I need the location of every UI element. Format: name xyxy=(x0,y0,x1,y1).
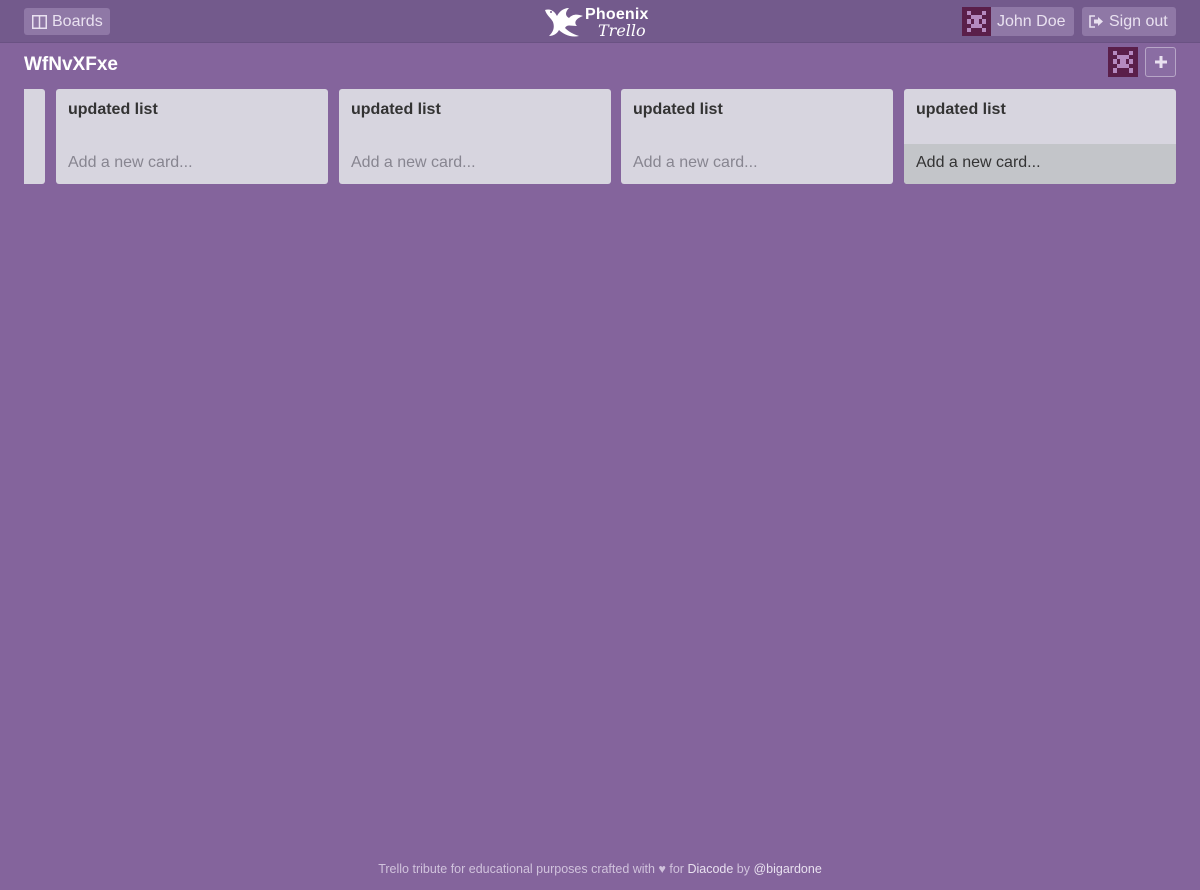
phoenix-trello-logo[interactable]: Phoenix Trello xyxy=(543,4,653,40)
add-card-button[interactable]: Add a new card... xyxy=(621,144,893,184)
list: updated list Add a new card... xyxy=(56,89,328,184)
phoenix-bird-icon xyxy=(545,8,583,37)
list-title[interactable]: updated list xyxy=(633,101,723,119)
current-user-button[interactable]: John Doe xyxy=(962,7,1074,36)
footer: Trello tribute for educational purposes … xyxy=(0,862,1200,876)
board-title[interactable]: WfNvXFxe xyxy=(24,54,118,76)
diacode-link[interactable]: Diacode xyxy=(687,862,733,876)
list: updated list Add a new card... xyxy=(621,89,893,184)
sign-out-button[interactable]: Sign out xyxy=(1082,7,1176,36)
list-title[interactable]: updated list xyxy=(68,101,158,119)
sign-out-label: Sign out xyxy=(1109,13,1168,30)
user-avatar xyxy=(962,7,991,36)
footer-text: Trello tribute for educational purposes … xyxy=(378,862,684,876)
list-title[interactable]: updated list xyxy=(351,101,441,119)
footer-by: by xyxy=(736,862,750,876)
boards-button[interactable]: Boards xyxy=(24,8,110,35)
list-title[interactable]: updated list xyxy=(916,101,1006,119)
user-name: John Doe xyxy=(997,13,1066,30)
list: updated list Add a new card... xyxy=(904,89,1176,184)
add-card-button[interactable]: Add a new card... xyxy=(56,144,328,184)
list-partial-offscreen xyxy=(24,89,45,184)
bigardone-link[interactable]: @bigardone xyxy=(753,862,821,876)
top-navbar: Boards Phoenix Trello John Doe Sign out xyxy=(0,0,1200,43)
board-member-avatar xyxy=(1108,47,1138,77)
add-member-button[interactable] xyxy=(1145,47,1176,77)
logo-text-trello: Trello xyxy=(598,21,646,40)
list: updated list Add a new card... xyxy=(339,89,611,184)
sign-out-icon xyxy=(1089,15,1103,28)
plus-icon xyxy=(1155,56,1167,68)
add-card-button[interactable]: Add a new card... xyxy=(339,144,611,184)
columns-icon xyxy=(32,14,47,29)
boards-label: Boards xyxy=(52,13,103,30)
add-card-button[interactable]: Add a new card... xyxy=(904,144,1176,184)
